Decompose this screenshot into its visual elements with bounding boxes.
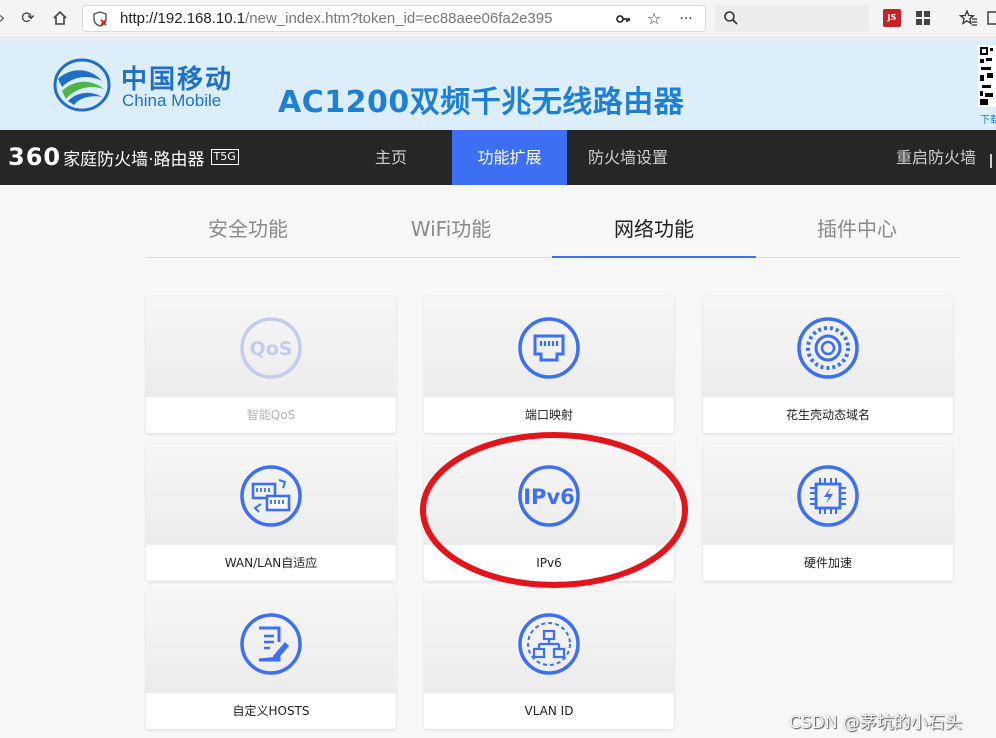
nav-home[interactable]: 主页 <box>355 130 427 185</box>
search-icon <box>724 11 738 25</box>
card-icon-area <box>424 592 674 693</box>
home-icon[interactable] <box>50 8 70 28</box>
card-icon-area <box>703 296 953 397</box>
nav-feature-extension[interactable]: 功能扩展 <box>452 130 567 185</box>
feature-card-ddns[interactable]: 花生壳动态域名 <box>703 296 953 433</box>
sub-tab-bar: 安全功能 WiFi功能 网络功能 插件中心 <box>146 205 960 258</box>
router-nav-bar: 360 家庭防火墙·路由器 T5G 主页 功能扩展 防火墙设置 重启防火墙 <box>0 130 996 185</box>
brand-model: T5G <box>210 149 239 165</box>
brand-text: 家庭防火墙·路由器 <box>63 149 205 170</box>
search-box[interactable] <box>715 5 869 32</box>
highlight-ellipse-annotation <box>420 432 688 588</box>
vlan-icon <box>518 613 580 675</box>
reload-icon[interactable]: ⟳ <box>18 8 38 28</box>
apps-grid-icon[interactable] <box>914 9 932 27</box>
hosts-icon <box>240 613 302 675</box>
nav-firewall-settings[interactable]: 防火墙设置 <box>580 130 676 185</box>
star-icon[interactable]: ☆ <box>646 11 662 27</box>
feature-card-hardware-accel[interactable]: 硬件加速 <box>703 444 953 581</box>
tab-wifi[interactable]: WiFi功能 <box>349 205 553 258</box>
router-brand: 360 家庭防火墙·路由器 T5G <box>8 143 239 171</box>
qos-icon-text: QoS <box>250 338 293 360</box>
search-input[interactable] <box>745 8 863 28</box>
feature-card-vlan[interactable]: VLAN ID <box>424 592 674 729</box>
url-text[interactable]: http://192.168.10.1/new_index.htm?token_… <box>120 10 610 27</box>
browser-toolbar: › ⟳ http://192.168.10.1/new_index.htm?to… <box>0 0 996 38</box>
product-title: AC1200双频千兆无线路由器 <box>278 85 685 120</box>
wan-lan-icon <box>240 465 302 527</box>
card-label: 硬件加速 <box>703 545 953 581</box>
address-bar[interactable]: http://192.168.10.1/new_index.htm?token_… <box>82 5 706 32</box>
card-icon-area: QoS <box>146 296 396 397</box>
key-icon[interactable] <box>615 11 631 27</box>
card-icon-area <box>146 444 396 545</box>
tab-network[interactable]: 网络功能 <box>552 205 756 258</box>
insecure-shield-icon[interactable] <box>92 11 108 27</box>
card-label: 花生壳动态域名 <box>703 397 953 433</box>
feature-card-port-mapping[interactable]: 端口映射 <box>424 296 674 433</box>
more-icon[interactable]: ··· <box>678 11 694 27</box>
card-label: VLAN ID <box>424 693 674 729</box>
tab-plugin-center[interactable]: 插件中心 <box>755 205 959 258</box>
js-extension-icon[interactable]: JS <box>883 9 901 27</box>
feature-card-wan-lan[interactable]: WAN/LAN自适应 <box>146 444 396 581</box>
nav-divider <box>990 154 992 168</box>
qr-code-icon[interactable] <box>978 45 996 107</box>
card-label: WAN/LAN自适应 <box>146 545 396 581</box>
port-mapping-icon <box>518 317 580 379</box>
back-icon[interactable]: › <box>0 8 12 28</box>
card-label: 智能QoS <box>146 397 396 433</box>
brand-360: 360 <box>8 143 62 171</box>
card-label: 自定义HOSTS <box>146 693 396 729</box>
csdn-watermark: CSDN @茅坑的小石头 <box>789 713 962 733</box>
reboot-firewall-button[interactable]: 重启防火墙 <box>888 130 984 185</box>
collections-icon[interactable] <box>986 9 996 27</box>
ddns-icon <box>797 317 859 379</box>
favorites-icon[interactable] <box>959 9 977 27</box>
card-icon-area <box>424 296 674 397</box>
card-icon-area <box>146 592 396 693</box>
feature-card-hosts[interactable]: 自定义HOSTS <box>146 592 396 729</box>
banner: 中国移动 China Mobile AC1200双频千兆无线路由器 下载 <box>0 39 996 130</box>
china-mobile-logo-icon <box>53 58 111 112</box>
qr-caption: 下载 <box>980 115 996 126</box>
brand-english-name: China Mobile <box>122 91 222 110</box>
card-label: 端口映射 <box>424 397 674 433</box>
hardware-accel-icon <box>797 465 859 527</box>
feature-card-qos[interactable]: QoS 智能QoS <box>146 296 396 433</box>
qos-icon: QoS <box>240 317 302 379</box>
tab-security[interactable]: 安全功能 <box>146 205 350 258</box>
card-icon-area <box>703 444 953 545</box>
